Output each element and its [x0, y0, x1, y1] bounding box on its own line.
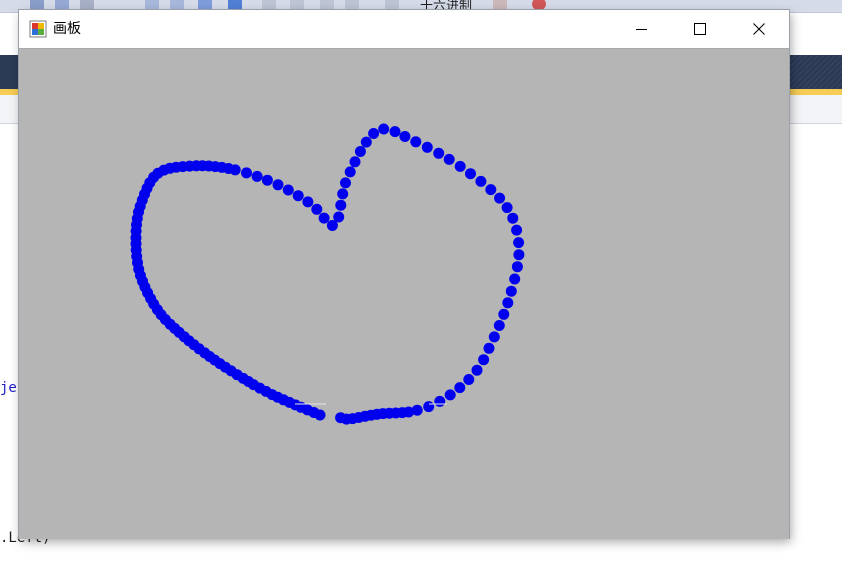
stroke-dot — [485, 184, 497, 196]
toolbar-step-icon[interactable] — [228, 0, 242, 10]
toolbar-stop-icon[interactable] — [198, 0, 212, 10]
stroke-dot — [463, 374, 475, 385]
stroke-dot — [229, 164, 241, 176]
stroke-dot — [311, 203, 323, 215]
stroke-dot — [302, 196, 314, 208]
stroke-dot — [434, 395, 446, 407]
toolbar-nav2-icon[interactable] — [290, 0, 304, 10]
stroke-dot — [292, 190, 304, 202]
stroke-dot — [282, 184, 294, 196]
maximize-button[interactable] — [671, 10, 729, 48]
window-title: 画板 — [53, 21, 81, 37]
stroke-dot — [241, 167, 252, 179]
stroke-dot — [507, 212, 519, 224]
stroke-dot — [493, 320, 505, 331]
stroke-dot — [494, 192, 506, 204]
stroke-dot — [261, 174, 273, 186]
stroke-dot — [337, 188, 349, 200]
toolbar-breakpoint-icon[interactable] — [532, 0, 546, 10]
stroke-dot — [488, 331, 500, 343]
stroke-dot — [399, 131, 411, 142]
stroke-dot — [389, 126, 401, 138]
minimize-icon — [636, 29, 647, 30]
stroke-dot — [465, 168, 476, 180]
stroke-dot — [344, 166, 356, 178]
drawing-window: 画板 — [19, 10, 789, 539]
stroke-dot — [335, 199, 347, 211]
stroke-dot — [478, 354, 490, 366]
stroke-dot — [421, 141, 433, 153]
stroke-dot — [475, 175, 487, 187]
toolbar-save-icon[interactable] — [30, 0, 44, 10]
stroke-dot — [505, 285, 517, 297]
drawing-canvas[interactable] — [19, 48, 789, 539]
stroke-dot — [443, 153, 455, 165]
stroke-dot — [513, 249, 525, 261]
toolbar-copy-icon[interactable] — [55, 0, 69, 10]
stroke-dot — [368, 128, 380, 139]
stroke-dot — [454, 160, 466, 172]
stroke-dot — [444, 389, 456, 401]
stroke-dot — [511, 224, 523, 236]
close-button[interactable] — [730, 10, 788, 48]
stroke-dot — [354, 146, 366, 157]
stroke-dot — [509, 273, 521, 285]
stroke-dot — [378, 123, 390, 135]
toolbar-play-icon[interactable] — [145, 0, 159, 10]
maximize-icon — [694, 23, 706, 35]
minimize-button[interactable] — [613, 10, 671, 48]
stroke-dot — [501, 202, 513, 214]
winforms-app-icon — [29, 20, 47, 38]
stroke-dot — [340, 177, 351, 189]
toolbar-doc-icon[interactable] — [385, 0, 399, 10]
stroke-dot — [511, 261, 523, 273]
stroke-dot — [349, 156, 361, 168]
toolbar-list-icon[interactable] — [320, 0, 334, 10]
stroke-dot — [502, 297, 514, 309]
stroke-dot — [272, 179, 284, 191]
stroke-dot — [360, 136, 372, 148]
stroke-dot — [423, 401, 435, 413]
toolbar-tools-icon[interactable] — [493, 0, 507, 10]
toolbar-nav-icon[interactable] — [262, 0, 276, 10]
window-titlebar[interactable]: 画板 — [19, 10, 789, 48]
stroke-dot — [318, 212, 330, 224]
ide-tab-band-pattern — [789, 55, 842, 89]
stroke-dot — [433, 147, 445, 159]
stroke-dot — [410, 136, 422, 148]
toolbar-paste-icon[interactable] — [80, 0, 94, 10]
stroke-dot — [251, 170, 263, 182]
stroke-dot — [454, 382, 466, 394]
stroke-dot — [483, 342, 495, 354]
stroke-dot — [498, 308, 510, 320]
toolbar-list2-icon[interactable] — [345, 0, 359, 10]
stroke-dot — [471, 364, 483, 376]
drawing-surface[interactable] — [19, 49, 789, 539]
code-fragment: je — [0, 380, 17, 396]
stroke-dot — [333, 211, 345, 223]
close-icon — [753, 23, 765, 35]
stroke-dot — [513, 237, 525, 249]
stroke-dot — [335, 412, 347, 424]
toolbar-pause-icon[interactable] — [170, 0, 184, 10]
